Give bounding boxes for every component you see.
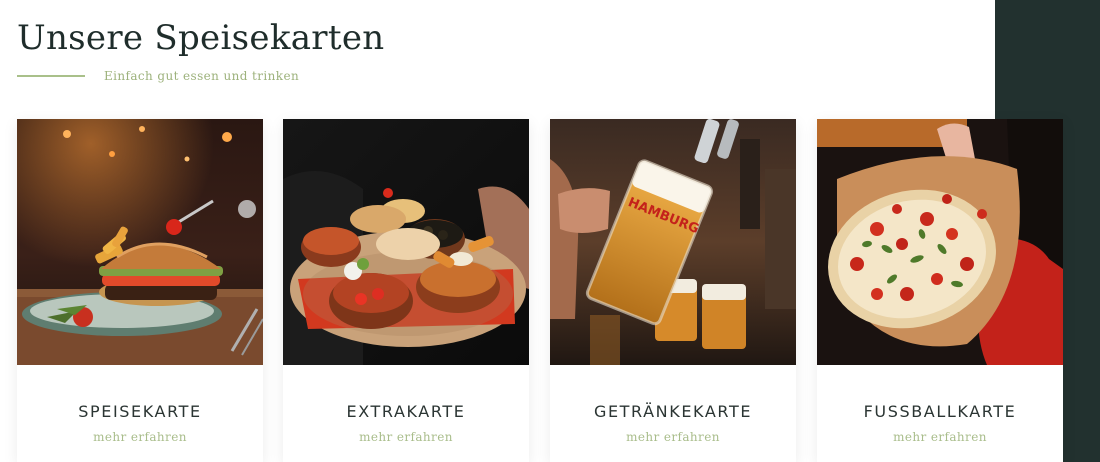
page-subtitle: Einfach gut essen und trinken [104,69,300,83]
page-title: Unsere Speisekarten [17,18,385,58]
more-link[interactable]: mehr erfahren [283,430,529,444]
more-link[interactable]: mehr erfahren [17,430,263,444]
flatbread-photo[interactable] [817,119,1063,365]
tapas-photo[interactable] [283,119,529,365]
card-title[interactable]: GETRÄNKEKARTE [550,402,796,421]
title-accent-line [17,75,85,77]
card-speisekarte[interactable]: SPEISEKARTE mehr erfahren [17,119,263,462]
more-link[interactable]: mehr erfahren [550,430,796,444]
card-getraenkekarte[interactable]: HAMBURG GETRÄNKEKARTE mehr erfahren [550,119,796,462]
more-link[interactable]: mehr erfahren [817,430,1063,444]
card-title[interactable]: SPEISEKARTE [17,402,263,421]
card-fussballkarte[interactable]: FUSSBALLKARTE mehr erfahren [817,119,1063,462]
burger-photo[interactable] [17,119,263,365]
card-title[interactable]: EXTRAKARTE [283,402,529,421]
beer-tap-photo[interactable]: HAMBURG [550,119,796,365]
card-extrakarte[interactable]: EXTRAKARTE mehr erfahren [283,119,529,462]
card-title[interactable]: FUSSBALLKARTE [817,402,1063,421]
